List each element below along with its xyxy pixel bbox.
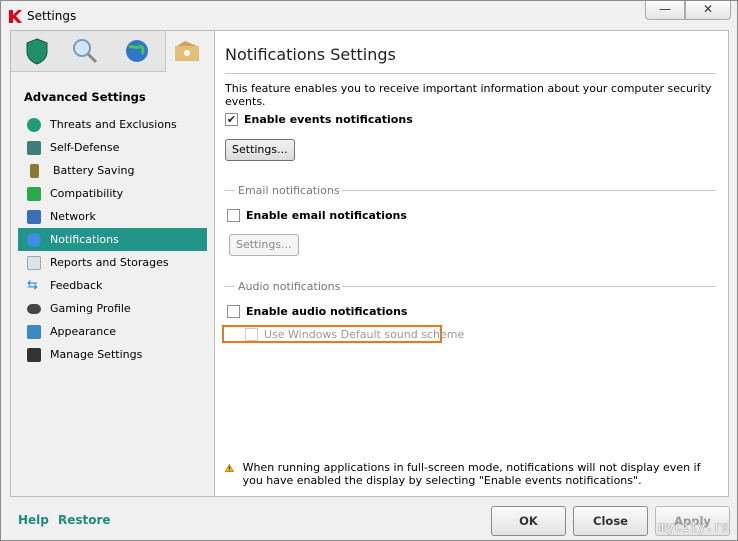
fullscreen-warning: When running applications in full-screen… (225, 461, 705, 487)
minimize-button[interactable]: — (645, 1, 685, 20)
sidebar-item-label: Manage Settings (50, 348, 143, 361)
network-icon (27, 209, 41, 224)
sidebar-item-manage[interactable]: Manage Settings (18, 343, 207, 366)
sidebar-item-network[interactable]: Network (18, 205, 207, 228)
checkbox-checked[interactable]: ✔ (225, 113, 238, 126)
settings-window: Settings — ✕ Advanced Settings Threats a… (0, 0, 738, 541)
windows-sound-scheme-checkbox[interactable]: Use Windows Default sound scheme (245, 328, 464, 341)
sidebar-item-label: Self-Defense (50, 141, 120, 154)
k-shield-icon (27, 140, 41, 155)
sidebar-item-feedback[interactable]: ⇆ Feedback (18, 274, 207, 297)
sidebar: Advanced Settings Threats and Exclusions… (10, 30, 215, 497)
ok-button[interactable]: OK (491, 506, 566, 536)
sidebar-item-reports[interactable]: Reports and Storages (18, 251, 207, 274)
sidebar-item-label: Feedback (50, 279, 103, 292)
audio-group-header: Audio notifications (225, 280, 716, 293)
sidebar-item-label: Appearance (50, 325, 117, 338)
sidebar-item-label: Gaming Profile (50, 302, 131, 315)
report-icon (27, 255, 41, 270)
description: This feature enables you to receive impo… (225, 82, 712, 108)
checkbox[interactable] (227, 209, 240, 222)
page-title: Notifications Settings (225, 45, 396, 64)
arrows-icon: ⇆ (27, 277, 38, 293)
sidebar-item-gaming[interactable]: Gaming Profile (18, 297, 207, 320)
warning-icon (225, 463, 234, 473)
window-title: Settings (27, 9, 77, 23)
title-bar: Settings — ✕ (1, 1, 737, 31)
sidebar-item-label: Threats and Exclusions (50, 118, 177, 131)
shield-icon[interactable] (23, 37, 51, 65)
battery-icon (30, 163, 39, 178)
floppy-icon (27, 347, 41, 362)
divider (225, 73, 716, 74)
sidebar-item-label: Reports and Storages (50, 256, 169, 269)
kaspersky-logo-icon (9, 10, 22, 23)
help-link[interactable]: Help (18, 513, 49, 527)
group-label: Email notifications (238, 184, 340, 197)
checkbox-label: Enable email notifications (246, 209, 407, 222)
watermark: mycity.rs (658, 520, 729, 535)
category-tabs (11, 31, 166, 72)
checkbox-label: Enable audio notifications (246, 305, 408, 318)
settings-nav: Threats and Exclusions Self-Defense Batt… (18, 113, 207, 366)
group-label: Audio notifications (238, 280, 341, 293)
sidebar-item-label: Compatibility (50, 187, 124, 200)
checkbox[interactable] (227, 305, 240, 318)
sidebar-item-compatibility[interactable]: Compatibility (18, 182, 207, 205)
info-icon (27, 232, 41, 247)
warning-text: When running applications in full-screen… (242, 461, 701, 487)
sidebar-item-label: Notifications (50, 233, 119, 246)
sidebar-item-self-defense[interactable]: Self-Defense (18, 136, 207, 159)
email-settings-button[interactable]: Settings... (229, 234, 299, 256)
content-panel: Notifications Settings This feature enab… (215, 30, 729, 497)
globe-icon[interactable] (123, 37, 151, 65)
check-circle-icon (27, 117, 41, 132)
close-button[interactable]: Close (573, 506, 648, 536)
advanced-settings-heading: Advanced Settings (24, 90, 146, 104)
gamepad-icon (27, 303, 41, 314)
sidebar-item-battery[interactable]: Battery Saving (18, 159, 207, 182)
sidebar-item-label: Battery Saving (53, 164, 135, 177)
sidebar-item-notifications[interactable]: Notifications (18, 228, 207, 251)
sidebar-item-threats[interactable]: Threats and Exclusions (18, 113, 207, 136)
enable-audio-checkbox[interactable]: Enable audio notifications (227, 305, 407, 318)
restore-link[interactable]: Restore (58, 513, 111, 527)
window-icon (27, 324, 41, 339)
events-settings-button[interactable]: Settings... (225, 139, 295, 161)
check-window-icon (27, 186, 41, 201)
settings-box-icon[interactable] (174, 40, 200, 62)
checkbox-label: Enable events notifications (244, 113, 413, 126)
checkbox-label: Use Windows Default sound scheme (264, 328, 465, 341)
enable-email-checkbox[interactable]: Enable email notifications (227, 209, 407, 222)
close-window-button[interactable]: ✕ (685, 1, 731, 20)
sidebar-item-label: Network (50, 210, 96, 223)
enable-events-checkbox[interactable]: ✔ Enable events notifications (225, 113, 413, 126)
magnifier-icon[interactable] (71, 37, 99, 65)
email-group-header: Email notifications (225, 184, 716, 197)
sidebar-item-appearance[interactable]: Appearance (18, 320, 207, 343)
checkbox[interactable] (245, 328, 258, 341)
